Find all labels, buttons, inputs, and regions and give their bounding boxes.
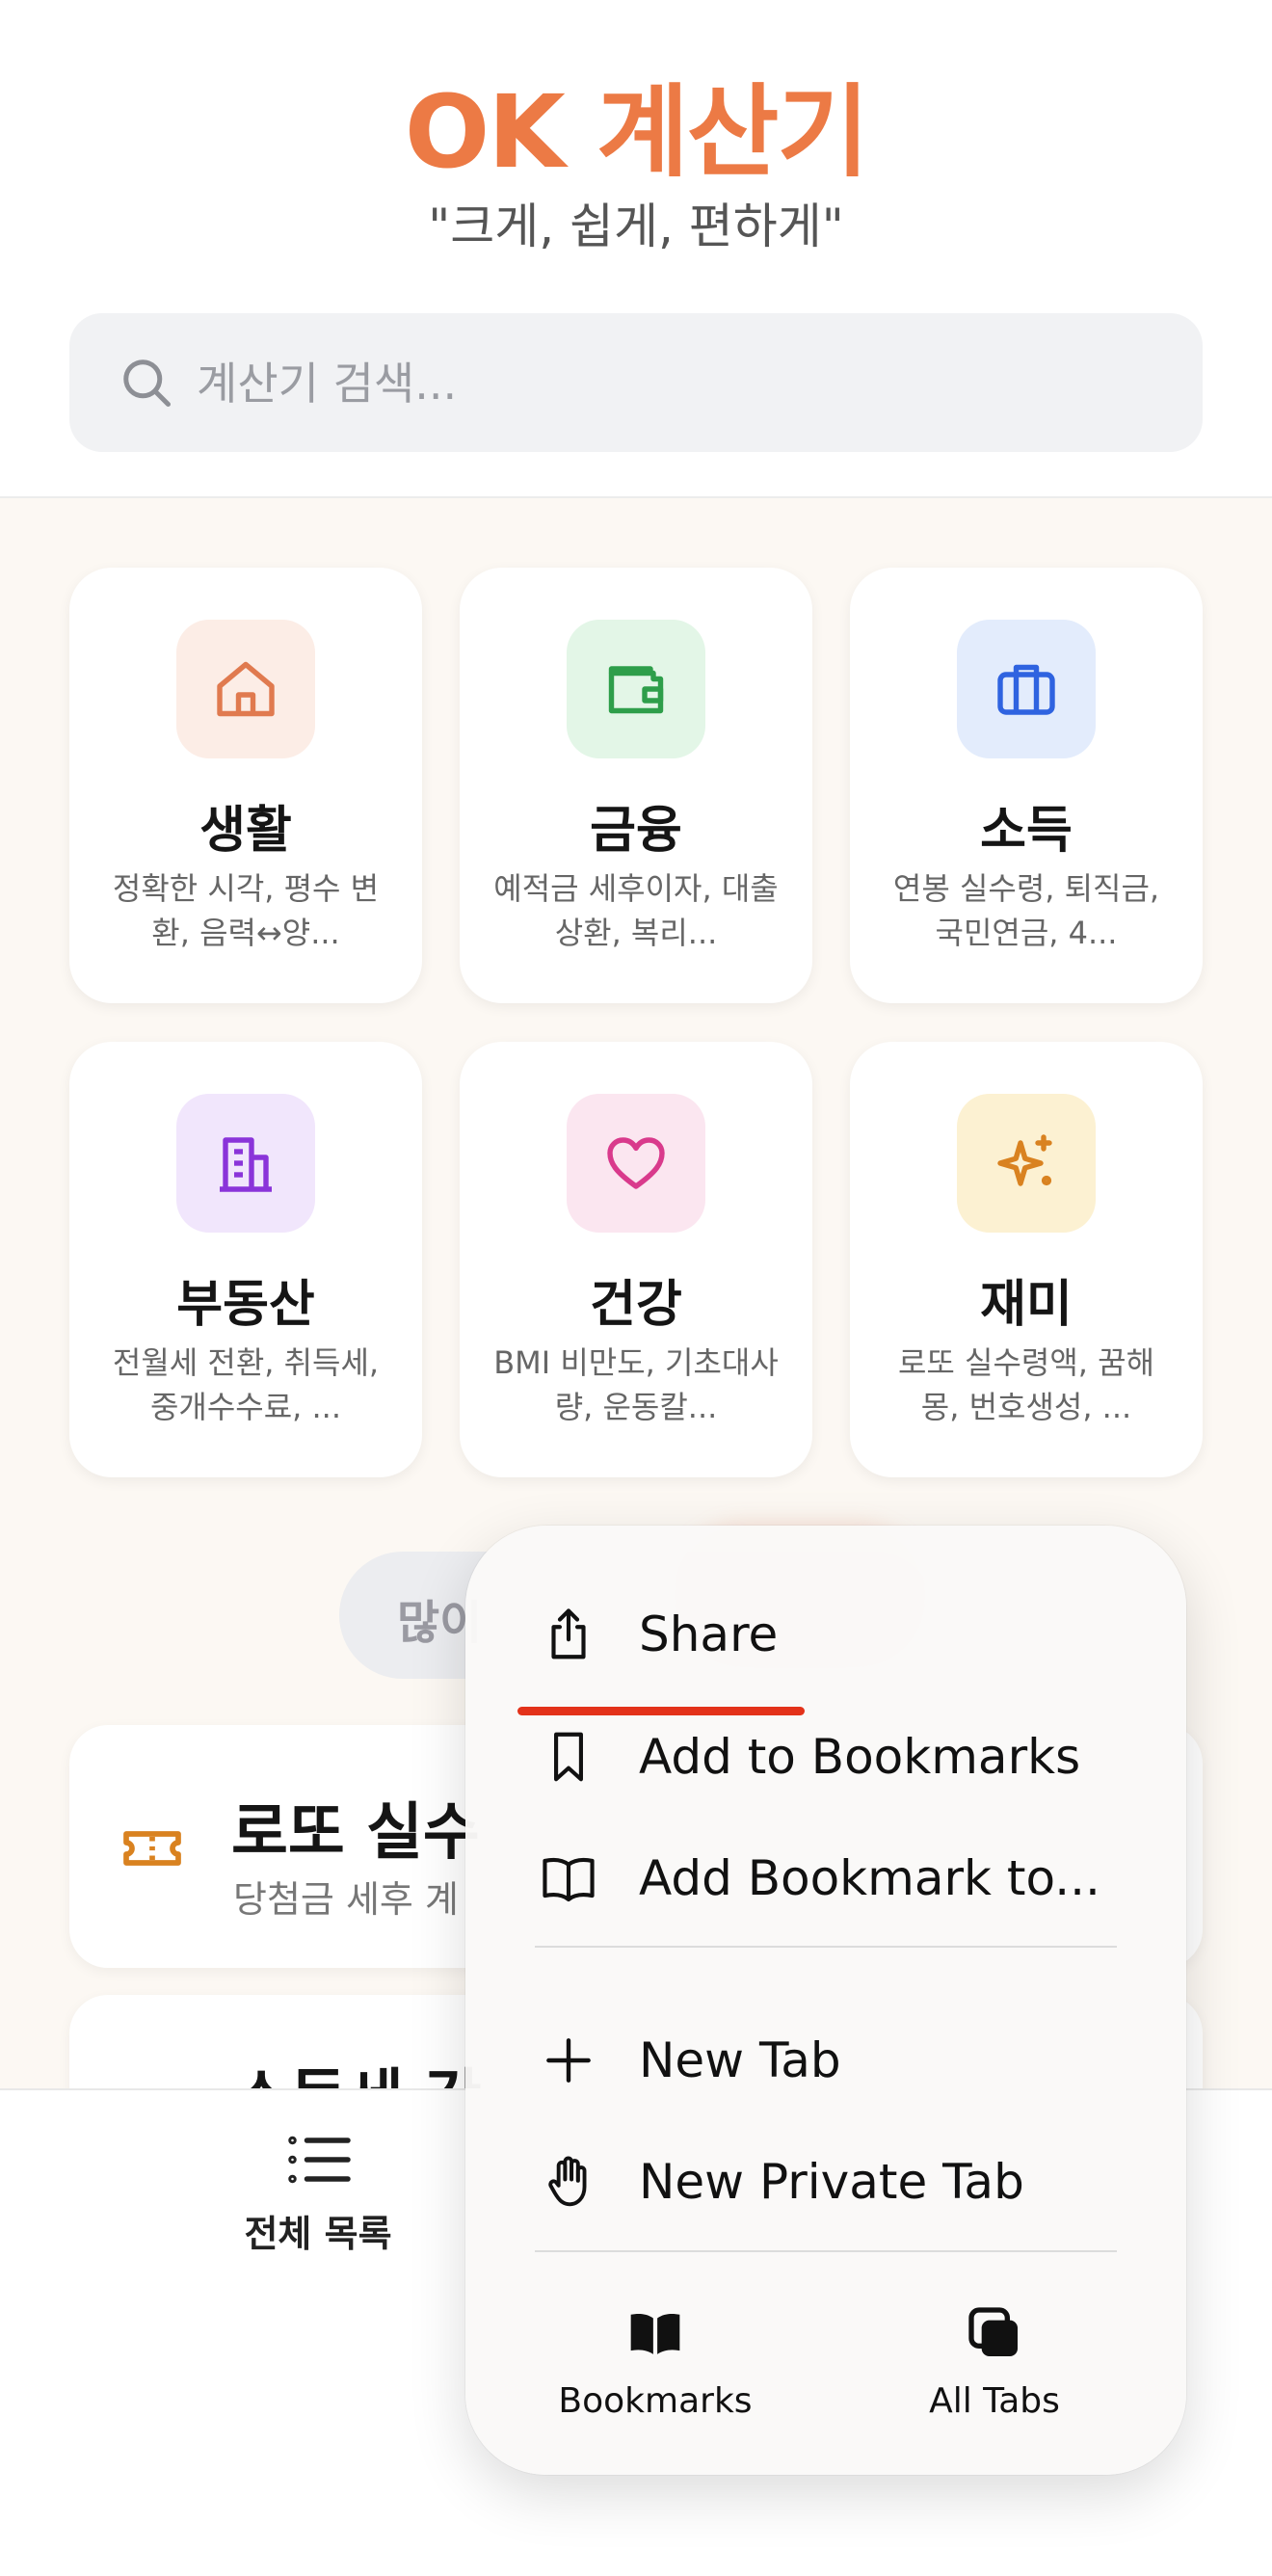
tabs-icon bbox=[964, 2302, 1025, 2364]
bookmark-icon bbox=[539, 1727, 598, 1787]
category-desc: 정확한 시각, 평수 변환, 음력↔양... bbox=[102, 866, 389, 955]
building-icon bbox=[176, 1094, 315, 1233]
list-item-title: 로또 실수 bbox=[231, 1783, 480, 1872]
category-card-finance[interactable]: 금융 예적금 세후이자, 대출상환, 복리... bbox=[460, 568, 812, 1003]
category-title: 금융 bbox=[460, 789, 812, 862]
hand-icon bbox=[539, 2152, 598, 2212]
menu-item-label: New Tab bbox=[639, 2032, 841, 2088]
app-slogan: "크게, 쉽게, 편하게" bbox=[0, 188, 1272, 257]
category-title: 건강 bbox=[460, 1263, 812, 1336]
plus-icon bbox=[539, 2031, 598, 2090]
all-tabs-button[interactable]: All Tabs bbox=[850, 2302, 1139, 2437]
wallet-icon bbox=[567, 620, 705, 758]
category-title: 생활 bbox=[69, 789, 422, 862]
search-icon bbox=[118, 354, 175, 412]
category-card-health[interactable]: 건강 BMI 비만도, 기초대사량, 운동칼... bbox=[460, 1042, 812, 1477]
category-card-real-estate[interactable]: 부동산 전월세 전환, 취득세, 중개수수료, ... bbox=[69, 1042, 422, 1477]
menu-item-label: Add to Bookmarks bbox=[639, 1729, 1080, 1785]
ticket-icon bbox=[118, 1814, 187, 1883]
app-title: OK 계산기 bbox=[0, 50, 1272, 196]
menu-item-share[interactable]: Share bbox=[465, 1581, 1186, 1687]
share-icon bbox=[539, 1605, 598, 1664]
menu-divider bbox=[535, 1946, 1117, 1948]
menu-item-label: Share bbox=[639, 1607, 778, 1662]
category-desc: 전월세 전환, 취득세, 중개수수료, ... bbox=[102, 1341, 389, 1429]
menu-item-new-tab[interactable]: New Tab bbox=[465, 2007, 1186, 2113]
book-icon bbox=[624, 2302, 686, 2364]
sparkles-icon bbox=[957, 1094, 1096, 1233]
category-desc: 예적금 세후이자, 대출상환, 복리... bbox=[492, 866, 780, 955]
category-desc: 로또 실수령액, 꿈해몽, 번호생성, ... bbox=[883, 1341, 1170, 1429]
search-input[interactable] bbox=[195, 313, 1162, 454]
category-title: 부동산 bbox=[69, 1263, 422, 1336]
menu-item-label: New Private Tab bbox=[639, 2154, 1024, 2210]
open-book-icon bbox=[539, 1848, 598, 1908]
category-card-fun[interactable]: 재미 로또 실수령액, 꿈해몽, 번호생성, ... bbox=[850, 1042, 1203, 1477]
category-card-life[interactable]: 생활 정확한 시각, 평수 변환, 음력↔양... bbox=[69, 568, 422, 1003]
category-desc: BMI 비만도, 기초대사량, 운동칼... bbox=[492, 1341, 780, 1429]
list-icon bbox=[285, 2133, 353, 2187]
menu-item-add-to-bookmarks[interactable]: Add to Bookmarks bbox=[465, 1704, 1186, 1810]
home-icon bbox=[176, 620, 315, 758]
menu-item-label: Add Bookmark to... bbox=[639, 1850, 1100, 1906]
menu-item-new-private-tab[interactable]: New Private Tab bbox=[465, 2129, 1186, 2235]
list-item-subtitle: 당첨금 세후 계 bbox=[233, 1870, 459, 1923]
tab-all-list-label: 전체 목록 bbox=[193, 2204, 443, 2257]
briefcase-icon bbox=[957, 620, 1096, 758]
heart-icon bbox=[567, 1094, 705, 1233]
search-bar[interactable] bbox=[69, 313, 1203, 452]
bookmarks-button[interactable]: Bookmarks bbox=[511, 2302, 800, 2437]
header: OK 계산기 "크게, 쉽게, 편하게" bbox=[0, 0, 1272, 498]
bookmarks-label: Bookmarks bbox=[511, 2381, 800, 2421]
menu-divider bbox=[535, 2250, 1117, 2252]
all-tabs-label: All Tabs bbox=[850, 2381, 1139, 2421]
category-title: 소득 bbox=[850, 789, 1203, 862]
menu-item-add-bookmark-to[interactable]: Add Bookmark to... bbox=[465, 1825, 1186, 1931]
category-title: 재미 bbox=[850, 1263, 1203, 1336]
browser-context-menu: Share Add to Bookmarks Add Bookmark to..… bbox=[465, 1526, 1186, 2475]
category-card-income[interactable]: 소득 연봉 실수령, 퇴직금, 국민연금, 4... bbox=[850, 568, 1203, 1003]
category-desc: 연봉 실수령, 퇴직금, 국민연금, 4... bbox=[883, 866, 1170, 955]
